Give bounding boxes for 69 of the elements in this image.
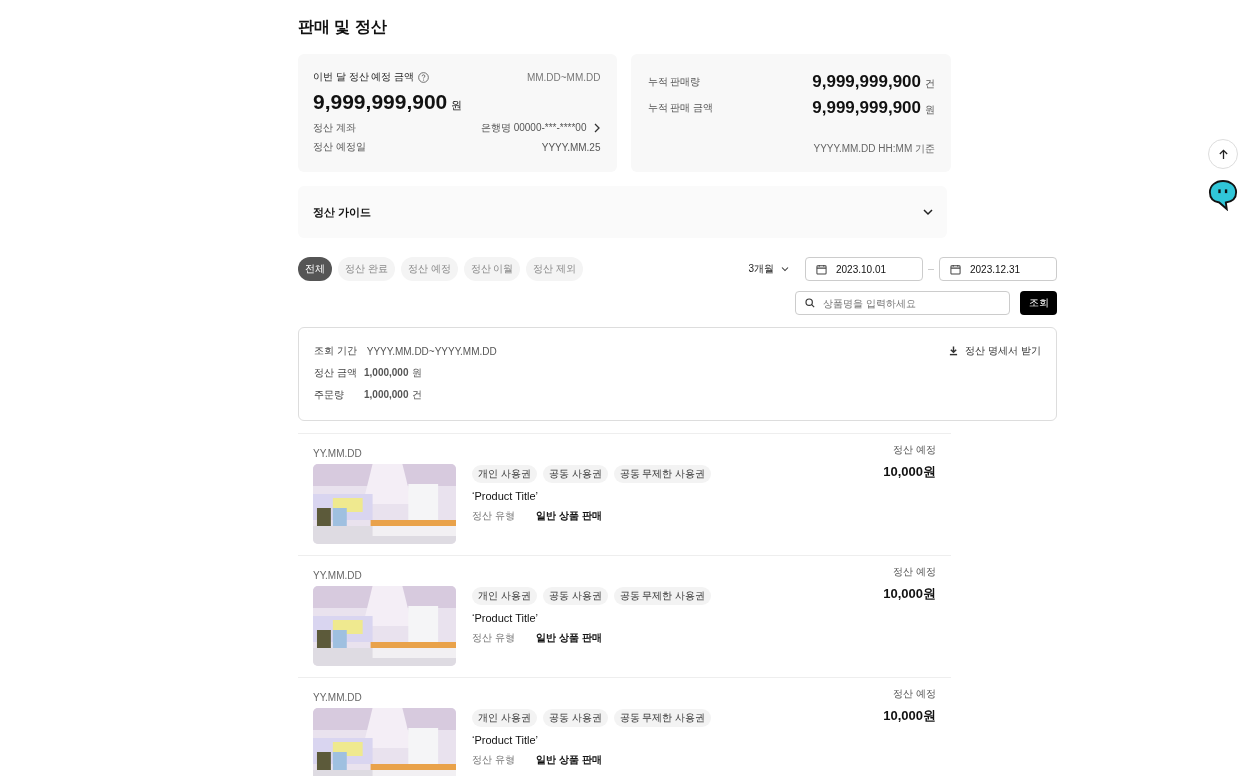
calendar-icon [816,263,827,275]
license-tag: 공동 사용권 [542,465,608,483]
license-tag: 공동 무제한 사용권 [613,587,712,605]
chat-bubble-icon[interactable] [1208,179,1238,211]
amount-value: 9,999,999,900 [313,90,448,114]
row-label: 누적 판매 금액 [647,101,714,115]
scroll-top-button[interactable] [1208,139,1238,169]
period-label: 조회 기간 [314,344,357,358]
calendar-icon [950,263,961,275]
status-text: 정산 예정 [893,443,936,457]
type-label: 정산 유형 [472,631,516,645]
license-tag: 개인 사용권 [472,465,537,483]
unit-text: 건 [411,388,422,402]
price-text: 10,000원 [883,585,936,603]
date-field[interactable]: 2023.10.01 [805,257,923,281]
account-link[interactable]: 은행명 00000-***-****00 [480,121,587,135]
summary-label: 정산 금액 [314,366,358,380]
item-date: YY.MM.DD [313,692,362,703]
summary-value: 1,000,000 [364,367,409,378]
type-value: 일반 상품 판매 [536,753,602,767]
price-text: 10,000원 [883,463,936,481]
license-tag: 공동 사용권 [542,587,608,605]
license-tag: 공동 사용권 [542,709,608,727]
stat-value: 9,999,999,900 [812,98,921,118]
unit-text: 원 [411,366,422,380]
caret-icon [781,266,789,272]
unit-text: 원 [451,98,463,113]
arrow-up-icon [1217,148,1229,160]
item-date: YY.MM.DD [313,570,362,581]
license-tag: 공동 무제한 사용권 [613,465,712,483]
product-title[interactable]: ‘Product Title’ [472,612,712,624]
unit-text: 원 [925,103,935,117]
license-tag: 개인 사용권 [472,709,537,727]
period-text: MM.DD~MM.DD [526,71,601,83]
download-button[interactable]: 정산 명세서 받기 [949,344,1041,358]
product-title[interactable]: ‘Product Title’ [472,490,712,502]
summary-value: 1,000,000 [364,389,409,400]
item-date: YY.MM.DD [313,448,362,459]
type-value: 일반 상품 판매 [536,509,602,523]
page-title: 판매 및 정산 [298,17,388,37]
license-tag: 공동 무제한 사용권 [613,709,712,727]
chevron-right-icon[interactable] [592,123,601,133]
row-label: 누적 판매량 [647,75,701,89]
search-field[interactable]: 상품명을 입력하세요 [795,291,1010,315]
search-icon [805,298,815,308]
help-icon[interactable] [418,71,430,83]
product-title[interactable]: ‘Product Title’ [472,734,712,746]
stat-value: 9,999,999,900 [812,72,921,92]
download-icon [949,346,959,356]
type-label: 정산 유형 [472,509,516,523]
search-button[interactable]: 조회 [1020,291,1057,315]
type-value: 일반 상품 판매 [536,631,602,645]
card-title: 이번 달 정산 예정 금액 [313,70,415,84]
period-value: YYYY.MM.DD~YYYY.MM.DD [366,345,497,357]
guide-accordion[interactable]: 정산 가이드 [298,186,947,238]
basis-text: YYYY.MM.DD HH:MM 기준 [813,142,935,156]
status-text: 정산 예정 [893,565,936,579]
date-field[interactable]: 2023.12.31 [939,257,1057,281]
type-label: 정산 유형 [472,753,516,767]
period-select[interactable]: 3개월 [742,261,795,277]
summary-label: 주문량 [314,388,345,402]
row-value: YYYY.MM.25 [541,141,601,153]
filter-chip[interactable]: 전체 [298,257,332,281]
row-label: 정산 계좌 [313,121,356,135]
license-tag: 개인 사용권 [472,587,537,605]
unit-text: 건 [925,77,935,91]
status-text: 정산 예정 [893,687,936,701]
price-text: 10,000원 [883,707,936,725]
row-label: 정산 예정일 [313,140,366,154]
